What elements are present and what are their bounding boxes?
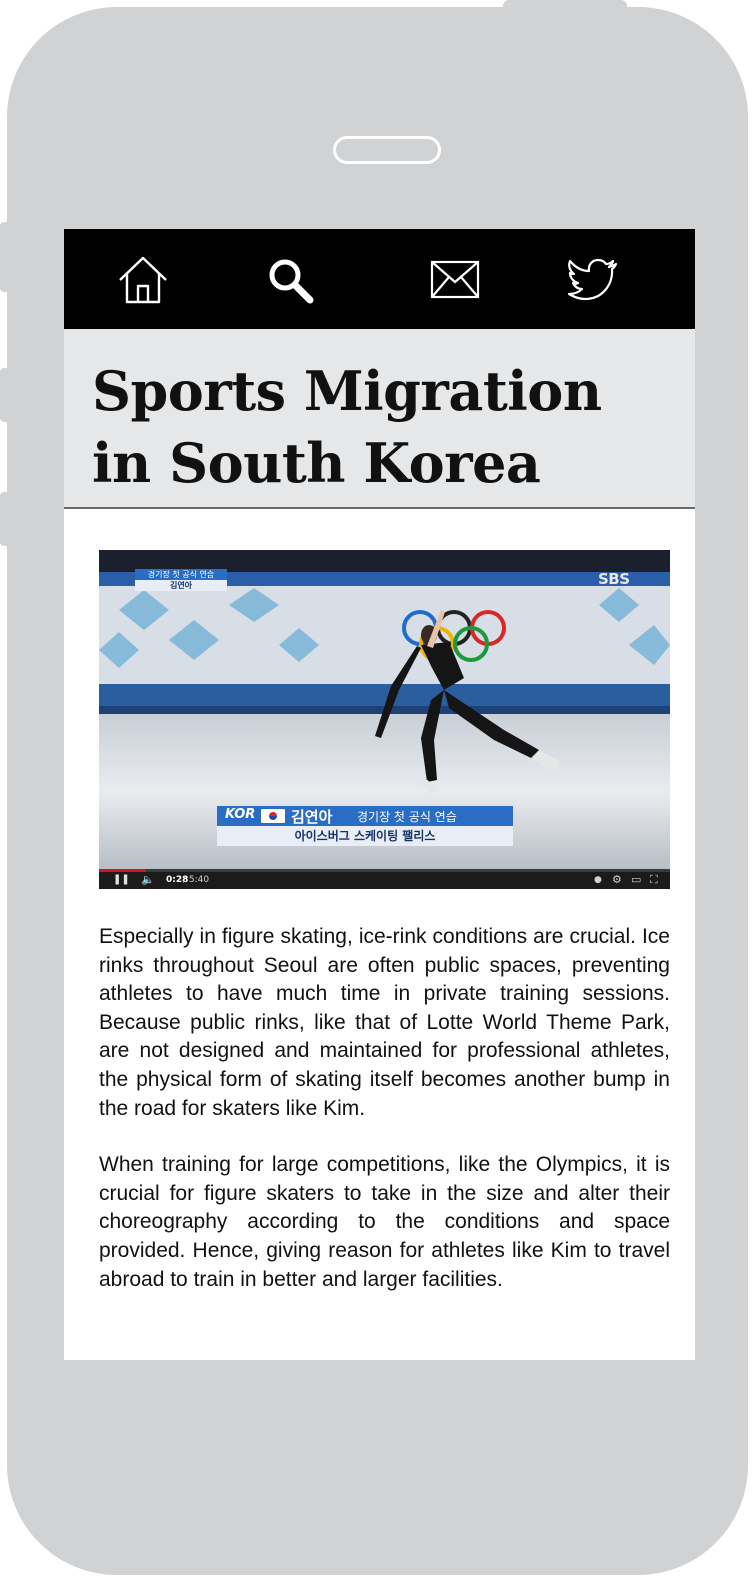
mail-icon[interactable] xyxy=(429,254,481,306)
flag-icon xyxy=(261,809,285,823)
home-icon[interactable] xyxy=(117,254,169,306)
phone-volume-down-button xyxy=(0,492,14,546)
settings-gear-icon[interactable]: ⚙ xyxy=(612,872,622,888)
volume-icon[interactable]: 🔈 xyxy=(141,872,155,888)
title-bar: Sports Migration in South Korea xyxy=(64,329,695,509)
article-paragraph: Especially in figure skating, ice-rink c… xyxy=(99,925,670,1120)
search-icon[interactable] xyxy=(264,254,316,306)
phone-power-button xyxy=(503,0,627,14)
pause-icon[interactable]: ❚❚ xyxy=(113,872,130,888)
phone-volume-up-button xyxy=(0,368,14,422)
lower-third-row-2: 아이스버그 스케이팅 팰리스 xyxy=(217,826,513,846)
venue-name: 아이스버그 스케이팅 팰리스 xyxy=(294,829,436,843)
top-caption-line-1: 경기장 첫 공식 연습 xyxy=(135,569,227,580)
lower-third-caption: KOR 김연아 경기장 첫 공식 연습 아이스버그 스케이팅 팰리스 xyxy=(217,806,517,850)
page-title: Sports Migration in South Korea xyxy=(92,359,602,495)
article-paragraph: When training for large competitions, li… xyxy=(99,1153,670,1291)
fullscreen-icon[interactable]: ⛶ xyxy=(650,872,658,888)
phone-mute-switch xyxy=(0,222,14,292)
caption-description: 경기장 첫 공식 연습 xyxy=(357,810,457,824)
twitter-icon[interactable] xyxy=(567,254,619,306)
athlete-name: 김연아 xyxy=(291,808,333,826)
theater-mode-icon[interactable]: ▭ xyxy=(631,872,641,888)
lower-third-row-1: KOR 김연아 경기장 첫 공식 연습 xyxy=(217,806,513,826)
phone-speaker xyxy=(333,136,441,164)
broadcaster-logo: SBS xyxy=(598,570,630,588)
info-icon[interactable]: ● xyxy=(594,872,602,888)
article-body: Especially in figure skating, ice-rink c… xyxy=(99,923,670,1322)
top-caption-line-2: 김연아 xyxy=(135,580,227,591)
top-caption: 경기장 첫 공식 연습 김연아 xyxy=(135,569,227,593)
top-navbar xyxy=(64,229,695,329)
country-code: KOR xyxy=(225,807,256,822)
total-time: / 5:40 xyxy=(183,875,210,885)
video-player[interactable]: 경기장 첫 공식 연습 김연아 SBS KOR 김연아 경기장 첫 공식 연습 … xyxy=(99,550,670,889)
phone-screen: Sports Migration in South Korea 경기장 첫 공식… xyxy=(64,229,695,1360)
